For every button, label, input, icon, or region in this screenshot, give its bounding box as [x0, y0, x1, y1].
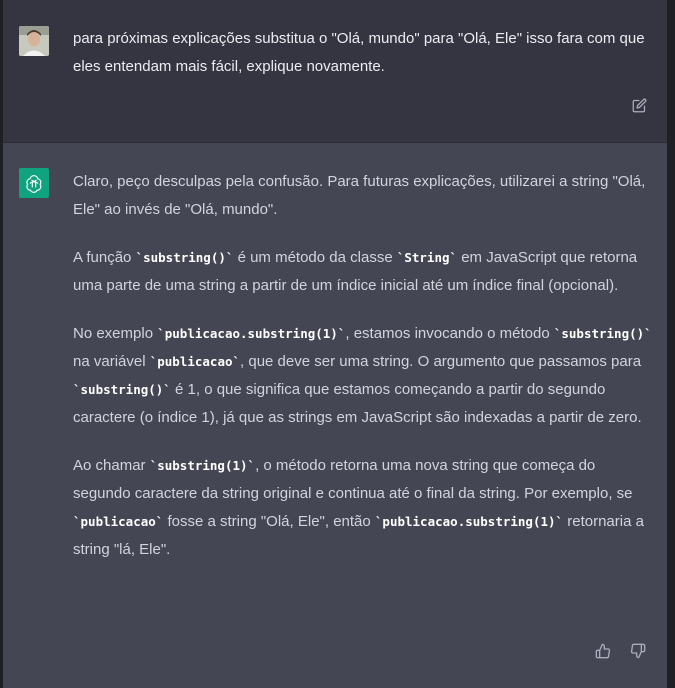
inline-code: `publicacao.substring(1)`: [374, 514, 564, 529]
text-span: A função: [73, 249, 136, 266]
thumbs-up-icon[interactable]: [594, 642, 612, 660]
assistant-message: Claro, peço desculpas pela confusão. Par…: [3, 143, 667, 688]
edit-icon[interactable]: [630, 96, 648, 114]
text-span: na variável: [73, 353, 150, 370]
inline-code: `publicacao.substring(1)`: [157, 326, 346, 341]
inline-code: `publicacao`: [73, 514, 164, 529]
paragraph-1: Claro, peço desculpas pela confusão. Par…: [73, 173, 646, 218]
assistant-message-text: Claro, peço desculpas pela confusão. Par…: [73, 168, 653, 584]
openai-logo-icon: [19, 168, 49, 198]
thumbs-down-icon[interactable]: [629, 642, 647, 660]
inline-code: `substring()`: [135, 250, 234, 265]
user-avatar: [19, 26, 49, 56]
text-span: Ao chamar: [73, 457, 150, 474]
inline-code: `publicacao`: [149, 354, 241, 369]
text-span: No exemplo: [73, 325, 158, 342]
text-span: , que deve ser uma string. O argumento q…: [240, 353, 642, 370]
inline-code: `String`: [396, 250, 458, 265]
chat-window: para próximas explicações substitua o "O…: [0, 0, 675, 688]
text-span: fosse a string "Olá, Ele", então: [163, 513, 375, 530]
paragraph-2: A função `substring()` é um método da cl…: [73, 244, 653, 300]
inline-code: `substring()`: [553, 326, 652, 341]
paragraph-4: Ao chamar `substring(1)`, o método retor…: [73, 452, 653, 564]
paragraph-3: No exemplo `publicacao.substring(1)`, es…: [73, 320, 653, 432]
inline-code: `substring()`: [73, 382, 171, 397]
user-message-text: para próximas explicações substitua o "O…: [73, 30, 645, 75]
text-span: é um método da classe: [233, 249, 397, 266]
text-span: , estamos invocando o método: [345, 325, 554, 342]
user-message: para próximas explicações substitua o "O…: [3, 0, 667, 143]
inline-code: `substring(1)`: [149, 458, 256, 473]
